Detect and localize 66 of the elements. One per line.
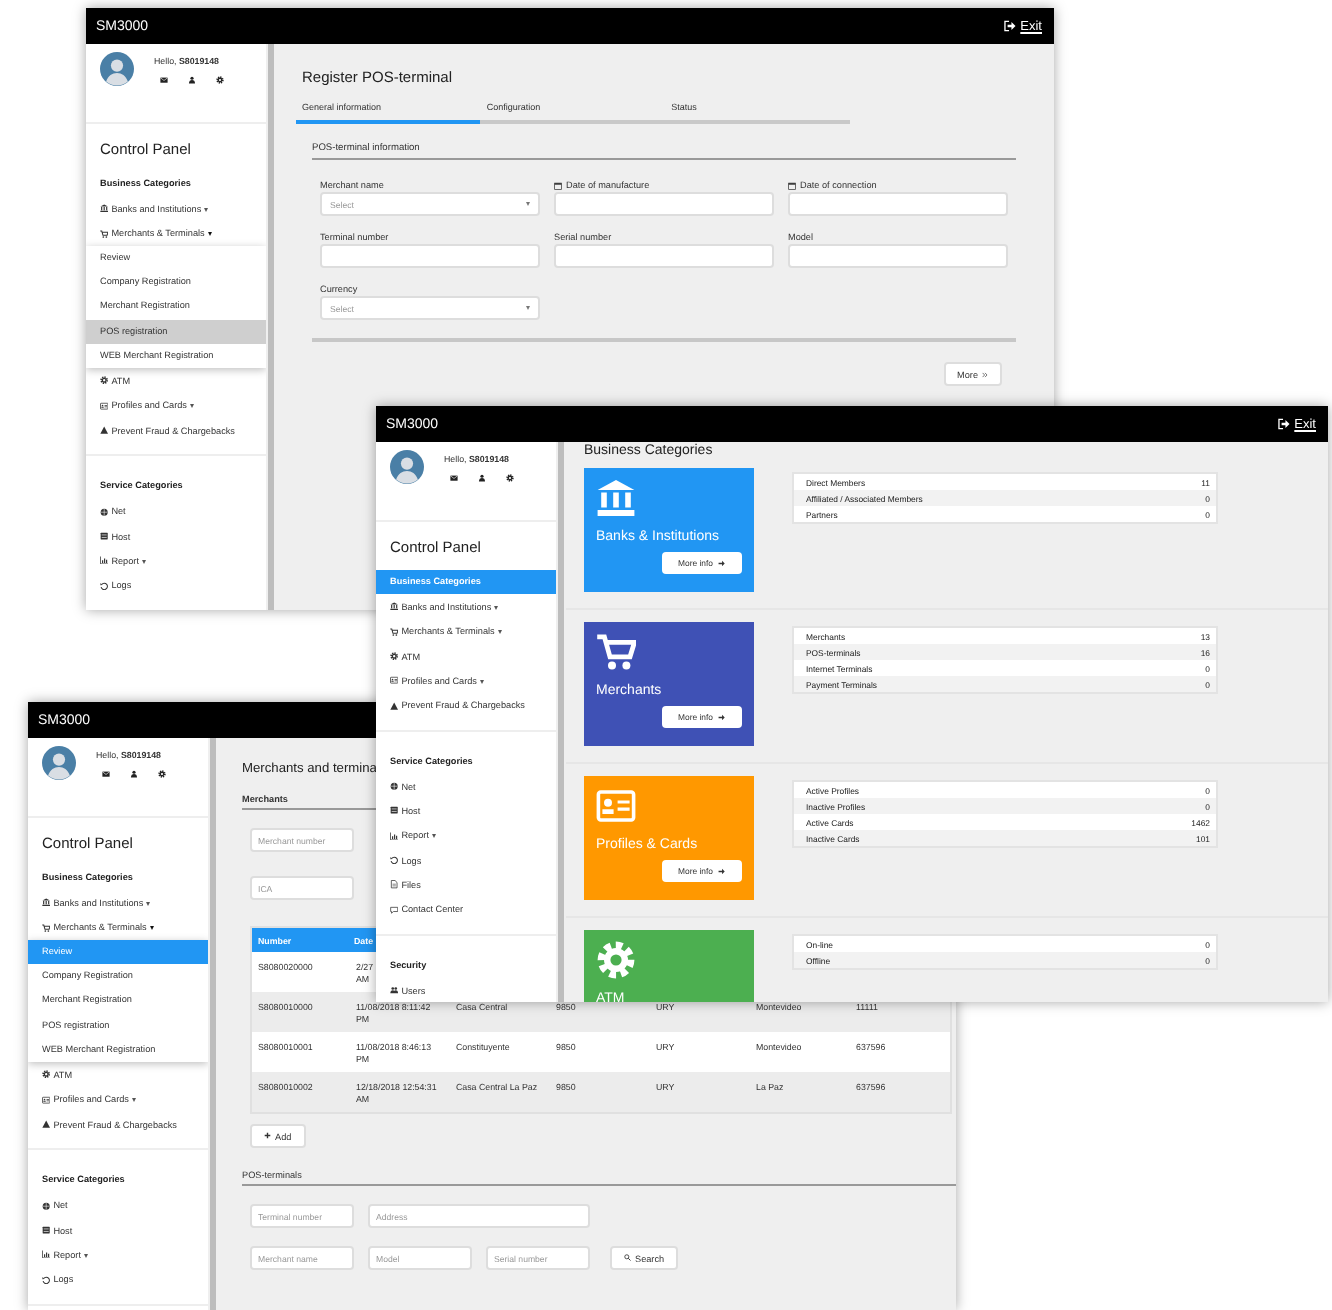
search-icon: [624, 1254, 631, 1262]
bar-chart-icon: [42, 1250, 51, 1259]
bar-chart-icon: [390, 831, 399, 840]
input-field[interactable]: [788, 244, 1008, 268]
caret-icon: [526, 306, 530, 310]
id-card-icon: [596, 786, 636, 826]
globe-icon: [42, 1201, 51, 1210]
input-field[interactable]: [554, 244, 774, 268]
bank-icon: [596, 478, 636, 518]
avatar: [100, 52, 134, 86]
gear-icon: [596, 940, 636, 980]
gear-icon: [100, 376, 109, 386]
users-icon: [390, 986, 399, 995]
history-icon: [390, 856, 399, 865]
calendar-icon: [554, 181, 562, 189]
scrollbar[interactable]: [268, 44, 274, 610]
caret-icon: [526, 202, 530, 206]
bar-chart-icon: [100, 556, 109, 565]
arrow-right-icon: [718, 713, 726, 721]
comment-icon: [390, 905, 399, 914]
arrow-right-icon: [718, 867, 726, 875]
gear-icon: [506, 474, 514, 482]
id-card-icon: [390, 676, 399, 685]
input-field[interactable]: [554, 192, 774, 216]
user-icon: [478, 474, 486, 482]
input-field[interactable]: [320, 244, 540, 268]
calendar-icon: [788, 181, 796, 189]
cart-icon: [390, 627, 399, 636]
sign-out-icon: [1278, 418, 1291, 430]
warning-icon: [42, 1120, 51, 1129]
warning-icon: [100, 426, 109, 435]
input-field[interactable]: [788, 192, 1008, 216]
envelope-icon: [102, 770, 110, 778]
bank-icon: [390, 602, 399, 612]
bank-icon: [100, 204, 109, 214]
id-card-icon: [42, 1095, 51, 1104]
cart-icon: [596, 632, 636, 672]
server-icon: [390, 806, 399, 816]
gear-icon: [390, 651, 399, 661]
arrow-right-icon: [718, 559, 726, 567]
cart-icon: [42, 923, 51, 932]
scrollbar[interactable]: [210, 738, 216, 1310]
envelope-icon: [160, 76, 168, 84]
cart-icon: [100, 229, 109, 238]
warning-icon: [390, 701, 399, 710]
history-icon: [42, 1275, 51, 1284]
id-card-icon: [100, 401, 109, 410]
avatar: [390, 450, 424, 484]
plus-icon: [264, 1132, 271, 1140]
globe-icon: [100, 507, 109, 516]
user-icon: [188, 76, 196, 84]
sign-out-icon: [1004, 20, 1017, 32]
chevrons-right-icon: [982, 371, 988, 377]
file-icon: [390, 880, 399, 889]
server-icon: [42, 1225, 51, 1235]
gear-icon: [42, 1070, 51, 1080]
server-icon: [100, 531, 109, 541]
bank-icon: [42, 898, 51, 908]
user-icon: [130, 770, 138, 778]
avatar: [42, 746, 76, 780]
gear-icon: [216, 76, 224, 84]
envelope-icon: [450, 474, 458, 482]
history-icon: [100, 581, 109, 590]
gear-icon: [158, 770, 166, 778]
scrollbar[interactable]: [558, 442, 564, 1002]
globe-icon: [390, 782, 399, 791]
